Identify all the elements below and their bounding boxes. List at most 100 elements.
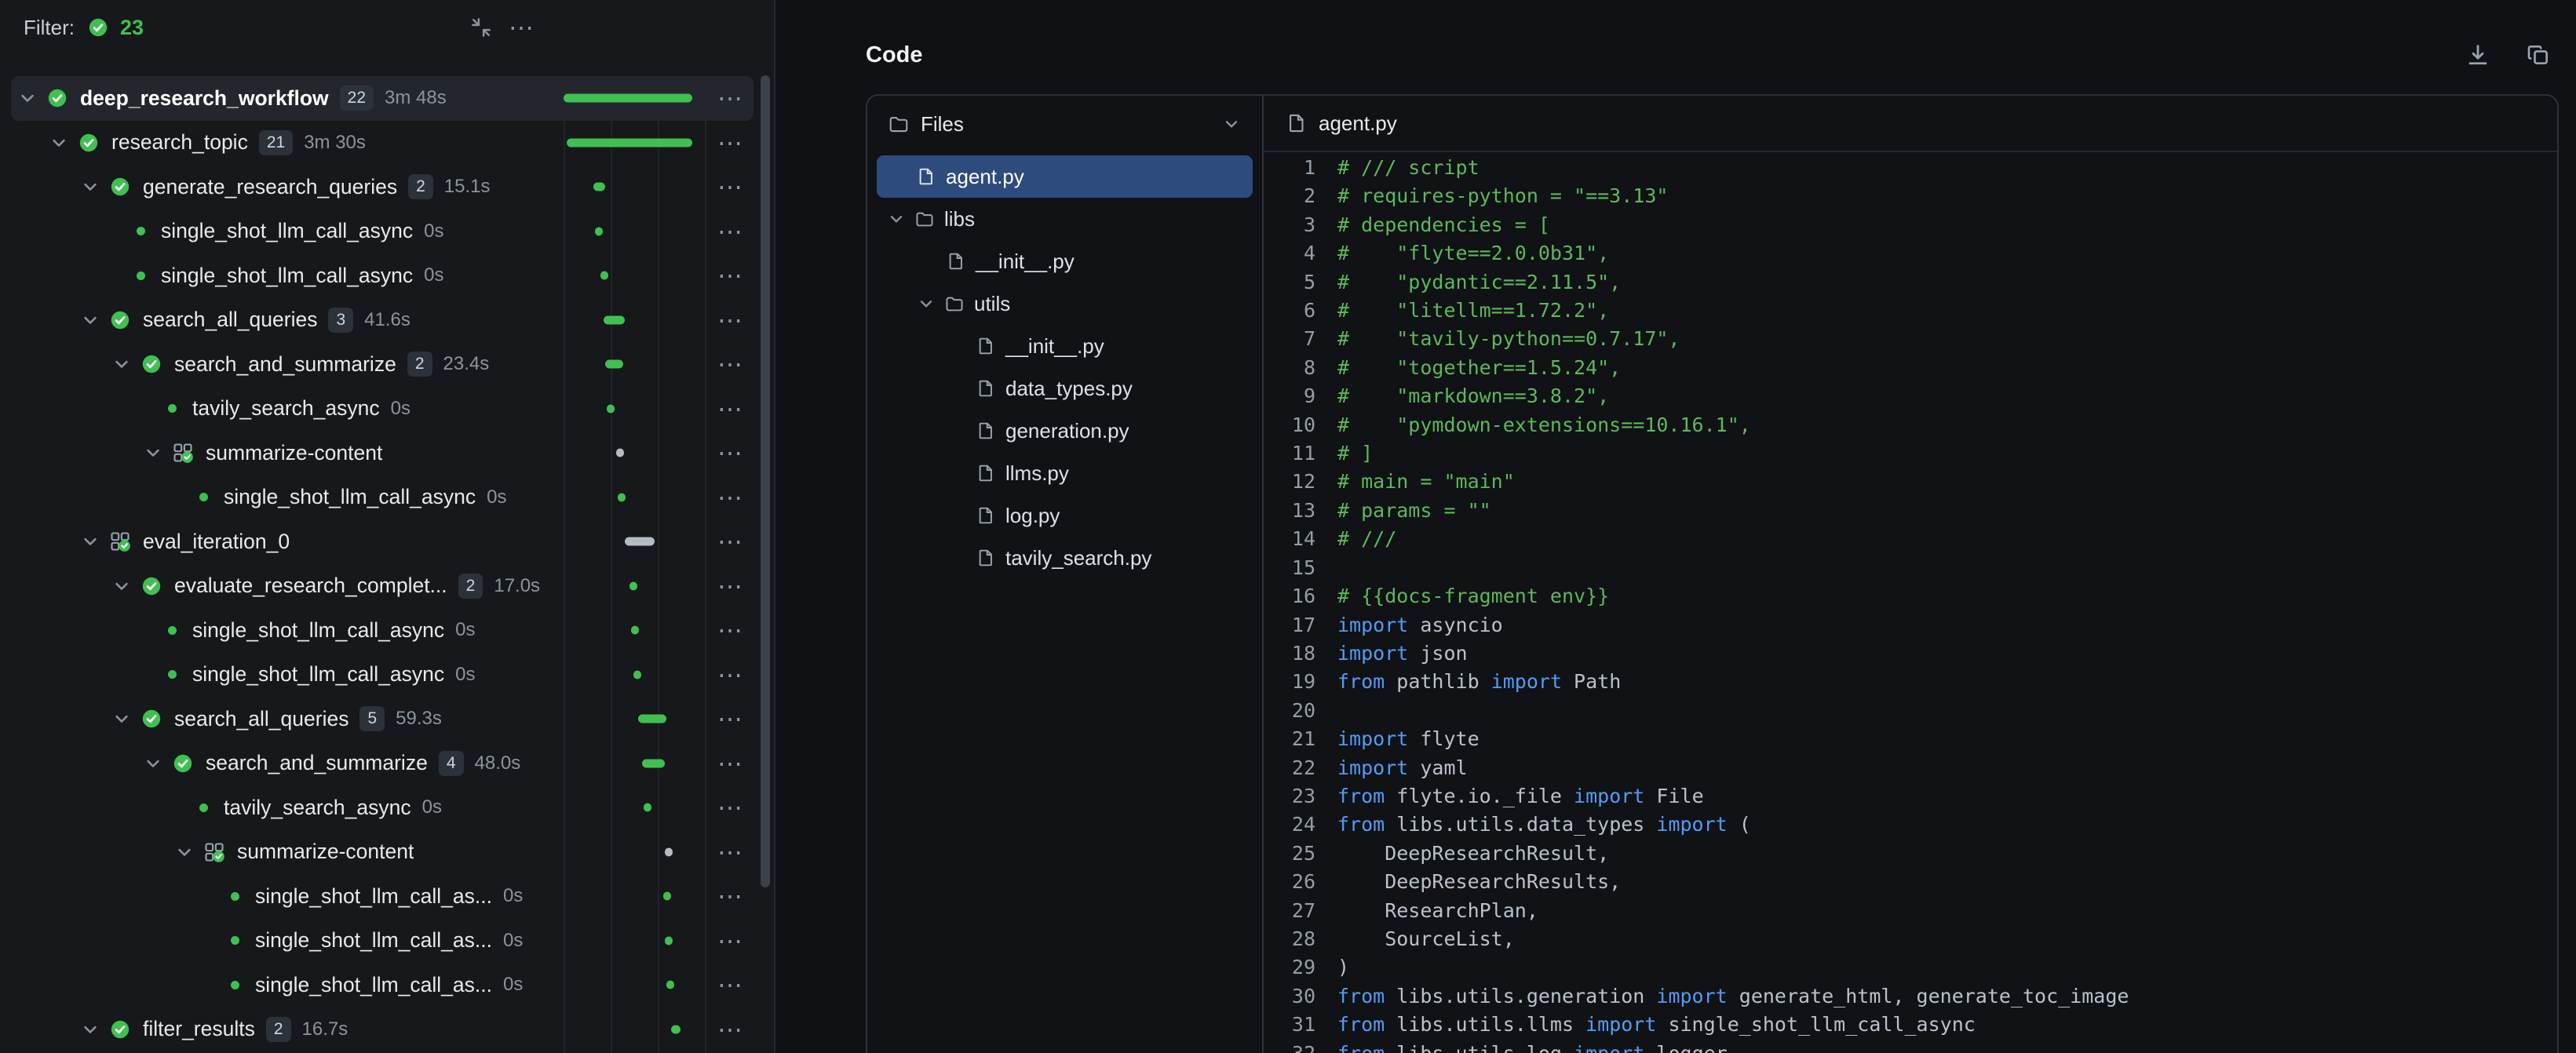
chevron-down-icon[interactable]: [916, 293, 936, 314]
tree-row[interactable]: summarize-content⋯: [11, 830, 753, 875]
tree-row[interactable]: generate_research_queries215.1s ⋯: [11, 165, 753, 210]
tree-row[interactable]: search_and_summarize223.4s⋯: [11, 342, 753, 387]
tree-row[interactable]: deep_research_workflow223m 48s⋯: [11, 76, 753, 121]
files-dropdown[interactable]: Files: [867, 96, 1262, 152]
row-menu-button[interactable]: ⋯: [706, 1017, 753, 1042]
tree-row[interactable]: single_shot_llm_call_async0s⋯: [11, 253, 753, 298]
row-menu-button[interactable]: ⋯: [706, 795, 753, 820]
open-file-tab[interactable]: agent.py: [1264, 96, 2557, 152]
row-menu-button[interactable]: ⋯: [706, 928, 753, 953]
tree-row[interactable]: single_shot_llm_call_as...0s⋯: [11, 874, 753, 919]
code-line: 14# ///: [1264, 525, 2557, 553]
tree-row[interactable]: single_shot_llm_call_async0s⋯: [11, 653, 753, 698]
file-icon: [976, 378, 996, 399]
row-menu-button[interactable]: ⋯: [706, 618, 753, 643]
chevron-down-icon[interactable]: [16, 86, 39, 110]
download-icon[interactable]: [2465, 42, 2491, 68]
tree-row[interactable]: single_shot_llm_call_async0s⋯: [11, 608, 753, 653]
chevron-down-icon[interactable]: [78, 308, 102, 332]
file-row[interactable]: generation.py: [877, 410, 1253, 452]
file-name: tavily_search.py: [1005, 546, 1151, 570]
tree-row-main: single_shot_llm_call_as...0s: [11, 928, 564, 953]
row-menu-button[interactable]: ⋯: [706, 485, 753, 510]
chevron-down-icon: [142, 442, 164, 464]
file-row[interactable]: tavily_search.py: [877, 537, 1253, 579]
chevron-down-icon: [16, 87, 38, 109]
line-code: from pathlib import Path: [1337, 668, 1621, 696]
row-menu-button[interactable]: ⋯: [706, 263, 753, 288]
file-row[interactable]: __init__.py: [877, 325, 1253, 367]
file-row[interactable]: data_types.py: [877, 367, 1253, 410]
tree-row[interactable]: search_all_queries559.3s⋯: [11, 697, 753, 741]
tree-row[interactable]: eval_iteration_0⋯: [11, 519, 753, 564]
chevron-down-icon[interactable]: [78, 530, 102, 553]
row-menu-button[interactable]: ⋯: [706, 130, 753, 155]
tree-row-main: generate_research_queries215.1s: [11, 174, 564, 199]
chevron-down-icon[interactable]: [141, 441, 165, 465]
duration-label: 59.3s: [396, 708, 442, 730]
row-menu-button[interactable]: ⋯: [706, 440, 753, 465]
tree-row[interactable]: research_topic213m 30s⋯: [11, 121, 753, 166]
row-menu-button[interactable]: ⋯: [706, 574, 753, 599]
row-menu-button[interactable]: ⋯: [706, 972, 753, 997]
chevron-down-icon[interactable]: [78, 1018, 102, 1041]
row-menu-button[interactable]: ⋯: [706, 352, 753, 377]
chevron-down-icon[interactable]: [110, 352, 133, 376]
status-success-icon: [140, 352, 163, 376]
tree-row[interactable]: single_shot_llm_call_as...0s⋯: [11, 963, 753, 1007]
file-row[interactable]: log.py: [877, 494, 1253, 537]
copy-icon[interactable]: [2526, 42, 2551, 67]
folder-row[interactable]: libs: [877, 198, 1253, 240]
row-menu-button[interactable]: ⋯: [706, 86, 753, 111]
timeline-cell: [564, 210, 706, 254]
tree-row[interactable]: tavily_search_async0s⋯: [11, 785, 753, 830]
line-code: import yaml: [1337, 754, 1468, 782]
tree-row[interactable]: single_shot_llm_call_as...0s ⋯: [11, 919, 753, 964]
count-badge: 5: [359, 706, 385, 731]
tree-scrollbar[interactable]: [761, 75, 770, 887]
tree-row[interactable]: summarize-content⋯: [11, 431, 753, 475]
filter-success-check-icon[interactable]: [87, 16, 109, 38]
tree-row[interactable]: filter_results216.7s⋯: [11, 1007, 753, 1052]
file-icon: [976, 548, 996, 568]
chevron-down-icon[interactable]: [141, 752, 165, 775]
file-row[interactable]: agent.py: [877, 155, 1253, 198]
collapse-nodes-icon[interactable]: [469, 16, 493, 39]
row-menu-button[interactable]: ⋯: [706, 529, 753, 554]
duration-label: 0s: [424, 264, 443, 286]
tree-row[interactable]: search_and_summarize448.0s⋯: [11, 741, 753, 786]
file-row[interactable]: __init__.py: [877, 240, 1253, 282]
tree-row[interactable]: single_shot_llm_call_async0s⋯: [11, 475, 753, 520]
chevron-down-icon[interactable]: [1221, 114, 1242, 134]
chevron-down-icon[interactable]: [47, 131, 71, 155]
tree-row[interactable]: search_all_queries341.6s⋯: [11, 298, 753, 343]
chevron-down-icon[interactable]: [886, 209, 907, 229]
row-menu-button[interactable]: ⋯: [706, 662, 753, 687]
code-header: Code: [866, 0, 2559, 94]
row-menu-button[interactable]: ⋯: [706, 396, 753, 421]
code-content[interactable]: 1# /// script2# requires-python = "==3.1…: [1264, 152, 2557, 1053]
run-tree[interactable]: deep_research_workflow223m 48s⋯research_…: [0, 50, 774, 1053]
row-menu-button[interactable]: ⋯: [706, 751, 753, 776]
tree-row[interactable]: single_shot_llm_call_async0s⋯: [11, 210, 753, 254]
row-menu-button[interactable]: ⋯: [706, 706, 753, 731]
row-menu-button[interactable]: ⋯: [706, 840, 753, 865]
file-row[interactable]: llms.py: [877, 452, 1253, 494]
group-icon: [109, 530, 131, 552]
row-menu-button[interactable]: ⋯: [706, 174, 753, 199]
timeline-bar: [567, 138, 692, 147]
row-menu-button[interactable]: ⋯: [706, 308, 753, 333]
folder-row[interactable]: utils: [877, 282, 1253, 325]
chevron-down-icon[interactable]: [173, 840, 196, 864]
chevron-down-icon[interactable]: [78, 175, 102, 199]
tree-row-main: search_all_queries559.3s: [11, 706, 564, 731]
tree-options-icon[interactable]: ⋯: [509, 15, 534, 40]
chevron-down-icon[interactable]: [110, 707, 133, 731]
row-menu-button[interactable]: ⋯: [706, 219, 753, 244]
chevron-down-icon[interactable]: [110, 574, 133, 598]
tree-row[interactable]: tavily_search_async0s⋯: [11, 387, 753, 432]
tree-row[interactable]: evaluate_research_complet...217.0s ⋯: [11, 564, 753, 609]
duration-label: 0s: [487, 486, 506, 508]
row-menu-button[interactable]: ⋯: [706, 884, 753, 909]
tree-row-main: evaluate_research_complet...217.0s: [11, 574, 564, 599]
